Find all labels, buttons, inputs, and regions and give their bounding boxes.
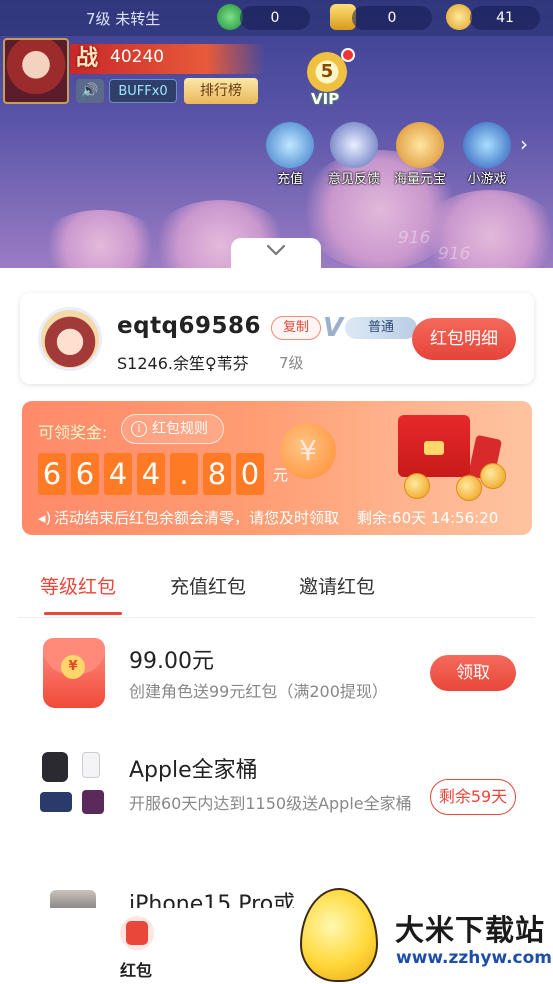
power-char: 战 [76, 46, 99, 71]
amount-digit: 4 [104, 453, 132, 495]
envelope-icon [126, 921, 148, 945]
ipad-icon [82, 790, 104, 814]
countdown: 剩余:60天 14:56:20 [357, 509, 499, 527]
remaining-days-button[interactable]: 剩余59天 [430, 779, 516, 815]
rank-button[interactable]: 排行榜 [184, 78, 258, 104]
amount-digit: 6 [38, 453, 66, 495]
coin-icon [404, 473, 430, 499]
speaker-icon: ◂) [38, 509, 52, 527]
blossom-decoration [40, 210, 160, 270]
coin-count: 41 [470, 6, 540, 30]
user-name: eqtq69586 [117, 313, 262, 339]
site-watermark-url: www.zzhyw.com [396, 948, 553, 968]
game-avatar[interactable] [3, 38, 69, 104]
server-role: S1246.余笙♀苇芬 [117, 354, 249, 373]
power-bar [70, 44, 265, 74]
rule-button[interactable]: i 红包规则 [121, 414, 224, 444]
iphone-image [50, 890, 96, 908]
coin-icon [446, 4, 472, 30]
amount-digit: 8 [203, 453, 231, 495]
claim-button[interactable]: 领取 [430, 655, 516, 691]
tier-label: 普通 [345, 317, 417, 339]
site-watermark-name: 大米下载站 [395, 913, 546, 947]
game-level-text: 7级 未转生 [86, 10, 161, 28]
sound-button[interactable]: 🔊 [76, 79, 104, 103]
tier-badge: 普通 V [323, 313, 419, 343]
treasure-icon [396, 122, 444, 168]
jade-count: 0 [240, 6, 310, 30]
feature-feedback[interactable]: 意见反馈 [322, 122, 386, 187]
amount-digit: 4 [137, 453, 165, 495]
nav-label-red-packet[interactable]: 红包 [120, 957, 152, 981]
v-badge-icon: V [323, 313, 344, 343]
user-card: eqtq69586 复制 普通 V S1246.余笙♀苇芬 7级 红包明细 [20, 293, 534, 384]
tab-level-packet[interactable]: 等级红包 [40, 572, 116, 599]
apple-products-image [40, 750, 106, 822]
envelope-clasp-icon [424, 441, 444, 455]
copy-button[interactable]: 复制 [271, 316, 321, 340]
speaker-icon: 🔊 [81, 83, 99, 99]
floating-number: 916 [438, 244, 471, 264]
power-value: 40240 [110, 47, 165, 67]
user-level: 7级 [279, 354, 304, 372]
gold-ingot-count: 0 [352, 6, 432, 30]
feature-minigame[interactable]: 小游戏 [455, 122, 519, 187]
item-title: Apple全家桶 [129, 758, 258, 783]
coin-icon [480, 463, 506, 489]
packet-tabs: 等级红包 充值红包 邀请红包 [18, 570, 535, 618]
vip-label: VIP [311, 90, 340, 108]
feature-label: 海量元宝 [393, 172, 446, 187]
prize-label: 可领奖金: [38, 423, 108, 442]
recharge-icon [266, 122, 314, 168]
notice-text: ◂) 活动结束后红包余额会清零，请您及时领取 [38, 507, 343, 528]
rule-label: 红包规则 [152, 421, 208, 437]
coin-icon [456, 475, 482, 501]
tab-recharge-packet[interactable]: 充值红包 [170, 572, 246, 599]
yen-coin-icon: ¥ [61, 655, 85, 679]
watch-icon [42, 752, 68, 782]
prize-card: 可领奖金: i 红包规则 6 6 4 4 . 8 0 元 ¥ ◂) 活动结束后红包… [22, 401, 532, 535]
item-title: 99.00元 [129, 649, 214, 674]
feature-label: 意见反馈 [327, 172, 380, 187]
airpods-icon [82, 752, 100, 778]
game-background: 7级 未转生 0 0 41 战 40240 🔊 BUFFx0 排行榜 5 VIP… [0, 0, 553, 270]
tab-invite-packet[interactable]: 邀请红包 [299, 572, 375, 599]
info-icon: i [131, 421, 147, 437]
active-tab-indicator [44, 612, 122, 615]
item-subtitle: 开服60天内达到1150级送Apple全家桶 [129, 794, 412, 813]
item-subtitle: 创建角色送99元红包（满200提现） [129, 682, 388, 701]
macbook-icon [40, 792, 72, 812]
amount-digit: 6 [71, 453, 99, 495]
packet-detail-button[interactable]: 红包明细 [412, 318, 516, 360]
notification-dot [341, 48, 355, 62]
feature-treasure[interactable]: 海量元宝 [388, 122, 452, 187]
avatar [38, 307, 102, 371]
feature-label: 小游戏 [467, 172, 507, 187]
buff-button[interactable]: BUFFx0 [109, 79, 177, 103]
feature-label: 充值 [276, 172, 303, 187]
notice-message: 活动结束后红包余额会清零，请您及时领取 [54, 509, 340, 527]
amount-digit: . [170, 453, 198, 495]
vip-badge[interactable]: 5 VIP [297, 48, 357, 110]
floating-number: 916 [398, 228, 431, 248]
feedback-icon [330, 122, 378, 168]
yen-coin-icon: ¥ [280, 423, 336, 479]
minigame-icon [463, 122, 511, 168]
chevron-right-icon[interactable]: › [520, 132, 528, 156]
amount-digit: 0 [236, 453, 264, 495]
feature-recharge[interactable]: 充值 [258, 122, 322, 187]
chevron-down-icon[interactable] [266, 243, 286, 257]
